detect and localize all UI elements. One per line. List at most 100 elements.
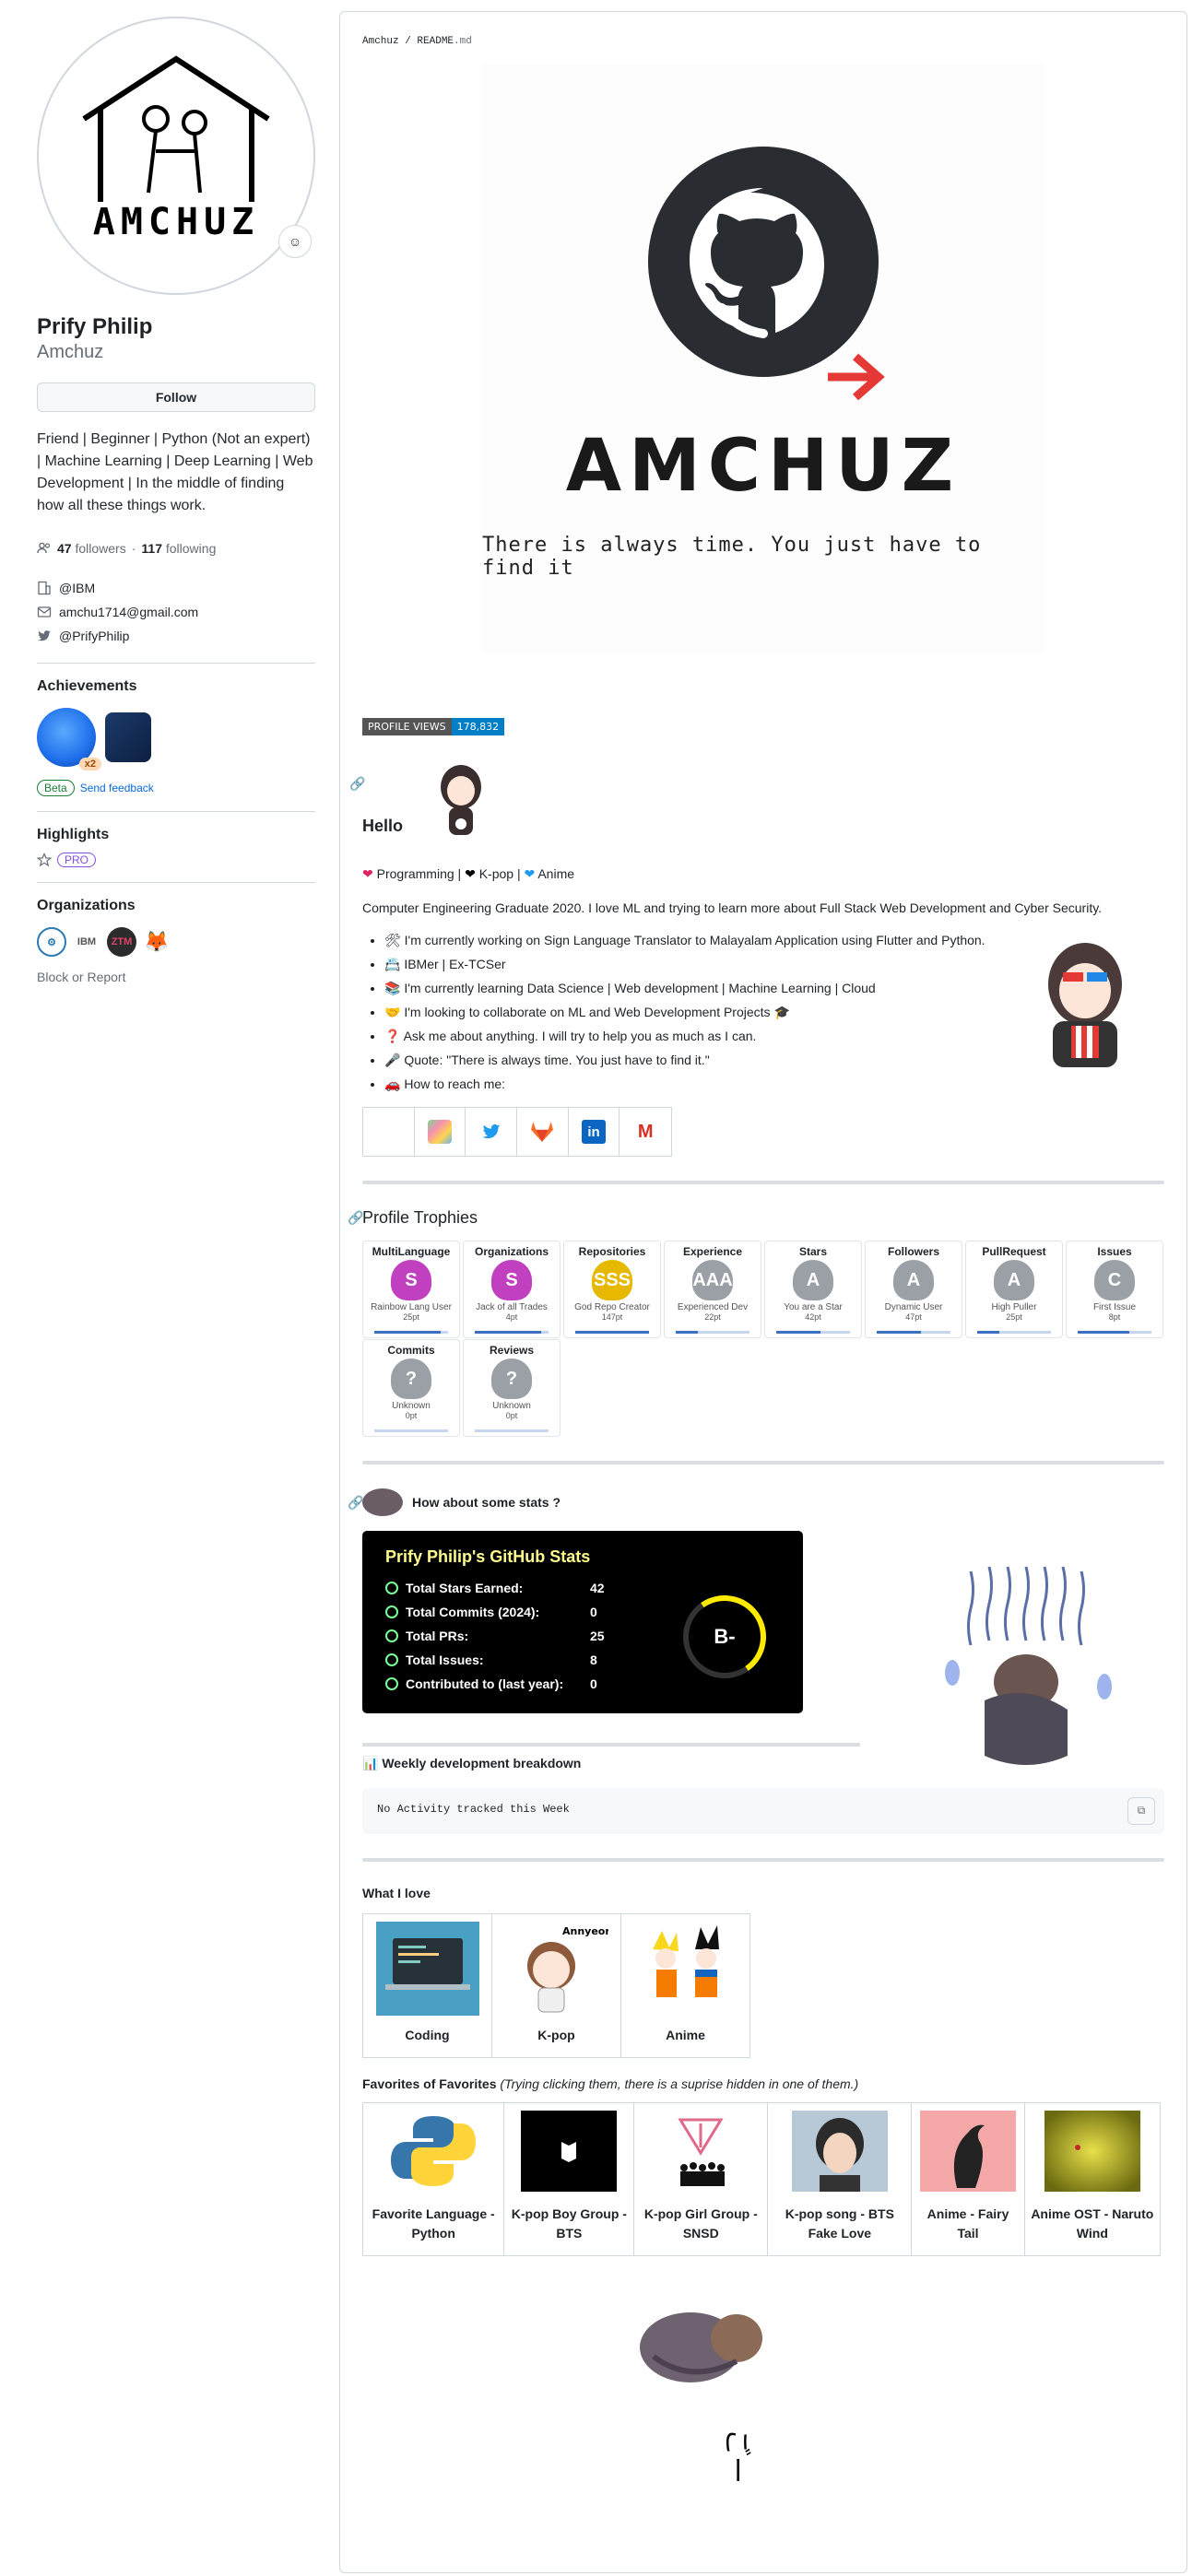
- stat-key: Total PRs:: [385, 1629, 590, 1643]
- trophy-rank: ?: [505, 1368, 518, 1389]
- achievement-badge-pull-shark[interactable]: x2: [37, 708, 101, 770]
- trophy-card[interactable]: Stars A You are a Star 42pt: [764, 1241, 862, 1338]
- love-programming: Programming: [376, 866, 454, 881]
- trophy-card[interactable]: Issues C First Issue 8pt: [1066, 1241, 1163, 1338]
- trophy-cup-icon: ?: [491, 1359, 532, 1399]
- trophy-grid: MultiLanguage S Rainbow Lang User 25pt Organ…: [362, 1241, 1164, 1437]
- trophy-progress-fill: [475, 1331, 541, 1334]
- polywork-icon: [428, 1120, 452, 1144]
- trophy-card[interactable]: Experience AAA Experienced Dev 22pt: [664, 1241, 761, 1338]
- trophy-name: Dynamic User: [884, 1302, 943, 1312]
- social-link-linkedin[interactable]: in: [569, 1108, 620, 1156]
- org-avatar-ibm[interactable]: IBM: [72, 927, 101, 957]
- copy-button[interactable]: ⧉: [1127, 1797, 1155, 1825]
- stats-section: 🔗 How about some stats ? Prify Philip's …: [348, 1488, 1164, 1765]
- trophy-card[interactable]: PullRequest A High Puller 25pt: [965, 1241, 1063, 1338]
- trophy-card[interactable]: Reviews? Unknown 0pt: [463, 1339, 561, 1437]
- love-cell-anime[interactable]: Anime: [620, 1913, 750, 2058]
- list-item-text: I'm currently working on Sign Language T…: [404, 933, 985, 947]
- question-icon: ❓: [384, 1029, 404, 1043]
- stats-heading: 🔗 How about some stats ?: [348, 1488, 1164, 1516]
- trophy-progress-bar: [475, 1429, 549, 1432]
- company-name[interactable]: @IBM: [59, 581, 95, 595]
- trophy-progress-bar: [776, 1331, 850, 1334]
- avatar-container: AMCHUZ ☺: [37, 17, 315, 295]
- fav-cell-fake-love[interactable]: K-pop song - BTS Fake Love: [767, 2102, 913, 2256]
- social-link-twitter[interactable]: [466, 1108, 518, 1156]
- stat-key: Total Issues:: [385, 1653, 590, 1667]
- breadcrumb-file: README: [417, 36, 454, 47]
- stat-value: 0: [590, 1676, 597, 1691]
- stat-key-text: Total Stars Earned:: [406, 1581, 524, 1595]
- fav-cell-python[interactable]: Favorite Language - Python: [361, 2102, 505, 2256]
- email-link[interactable]: amchu1714@gmail.com: [59, 605, 198, 619]
- tools-icon: 🛠: [384, 933, 405, 947]
- github-octocat-logo: [648, 147, 885, 401]
- people-icon: [37, 542, 51, 554]
- follow-button[interactable]: Follow: [37, 382, 315, 412]
- fav-cell-bts[interactable]: K-pop Boy Group - BTS: [503, 2102, 635, 2256]
- org-avatar-fox[interactable]: 🦊: [142, 927, 171, 957]
- trophy-card[interactable]: Commits? Unknown 0pt: [362, 1339, 460, 1437]
- books-icon: 📚: [384, 981, 405, 995]
- twitter-link[interactable]: @PrifyPhilip: [59, 629, 129, 643]
- org-avatar-ztm[interactable]: ZTM: [107, 927, 136, 957]
- trophy-rank: A: [1007, 1269, 1021, 1290]
- trophy-card[interactable]: Followers A Dynamic User 47pt: [865, 1241, 962, 1338]
- loves-line: ❤ Programming | ❤ K-pop | ❤ Anime: [362, 866, 575, 881]
- link-icon[interactable]: 🔗: [349, 776, 365, 792]
- achievement-badge-arctic-vault[interactable]: [105, 712, 151, 762]
- list-item-text: I'm looking to collaborate on ML and Web…: [404, 1005, 771, 1019]
- block-or-report-link[interactable]: Block or Report: [37, 970, 315, 984]
- banner-tagline: There is always time. You just have to f…: [482, 534, 982, 580]
- trophy-title: Commits: [387, 1344, 435, 1357]
- list-item-text: Quote: "There is always time. You just h…: [404, 1053, 710, 1067]
- love-cell-kpop[interactable]: Annyeong K-pop: [491, 1913, 621, 2058]
- achievements-title[interactable]: Achievements: [37, 678, 315, 695]
- handshake-icon: 🤝: [384, 1005, 405, 1019]
- trophy-points: 25pt: [403, 1312, 419, 1322]
- trophy-card[interactable]: MultiLanguage S Rainbow Lang User 25pt: [362, 1241, 460, 1338]
- chibi-popcorn-girl-image: [1048, 943, 1122, 1067]
- trophy-card[interactable]: Organizations S Jack of all Trades 4pt: [463, 1241, 561, 1338]
- favorite-label: K-pop song - BTS Fake Love: [785, 2206, 894, 2241]
- section-divider: [362, 1461, 1164, 1464]
- status-emoji-button[interactable]: ☺: [278, 225, 312, 258]
- avatar[interactable]: AMCHUZ: [37, 17, 315, 295]
- fav-cell-snsd[interactable]: K-pop Girl Group - SNSD: [633, 2102, 769, 2256]
- social-link-gmail[interactable]: M: [620, 1108, 671, 1156]
- link-icon[interactable]: 🔗: [348, 1495, 363, 1511]
- favorite-label: Anime OST - Naruto Wind: [1031, 2206, 1154, 2241]
- org-avatar-1[interactable]: ⚙: [37, 927, 66, 957]
- trophy-cup-icon: A: [994, 1260, 1034, 1300]
- vcard-email: amchu1714@gmail.com: [37, 600, 315, 624]
- fav-cell-fairy-tail[interactable]: Anime - Fairy Tail: [911, 2102, 1025, 2256]
- follow-separator: ·: [131, 541, 136, 556]
- love-cell-coding[interactable]: Coding: [362, 1913, 492, 2058]
- trophy-progress-bar: [475, 1331, 549, 1334]
- following-link[interactable]: 117 following: [141, 541, 216, 556]
- social-link-polywork[interactable]: [415, 1108, 466, 1156]
- naruto-wind-image: [1044, 2111, 1140, 2192]
- trophy-card[interactable]: Repositories SSS God Repo Creator 147pt: [563, 1241, 661, 1338]
- copy-icon: ⧉: [1137, 1805, 1146, 1817]
- banner-title: AMCHUZ: [565, 425, 962, 508]
- trophy-points: 147pt: [601, 1312, 623, 1322]
- love-table: Coding Annyeong K-pop: [362, 1913, 750, 2058]
- vcard-details: @IBM amchu1714@gmail.com @PrifyPhilip: [37, 576, 315, 648]
- stat-key: Contributed to (last year):: [385, 1676, 590, 1691]
- stat-key: Total Commits (2024):: [385, 1605, 590, 1619]
- divider: [37, 882, 315, 883]
- send-feedback-link[interactable]: Send feedback: [80, 782, 154, 794]
- stat-value: 8: [590, 1653, 597, 1667]
- social-link-gitlab[interactable]: [517, 1108, 569, 1156]
- trophy-points: 22pt: [704, 1312, 721, 1322]
- followers-link[interactable]: 47 followers: [57, 541, 126, 556]
- fav-cell-naruto-wind[interactable]: Anime OST - Naruto Wind: [1023, 2102, 1162, 2256]
- intro-paragraph: Computer Engineering Graduate 2020. I lo…: [362, 900, 1103, 915]
- social-link-blank[interactable]: [363, 1108, 415, 1156]
- favorite-label: Favorite Language - Python: [372, 2206, 495, 2241]
- breadcrumb-user[interactable]: Amchuz: [362, 36, 399, 47]
- chibi-girl-image: [441, 765, 481, 835]
- link-icon[interactable]: 🔗: [348, 1210, 363, 1226]
